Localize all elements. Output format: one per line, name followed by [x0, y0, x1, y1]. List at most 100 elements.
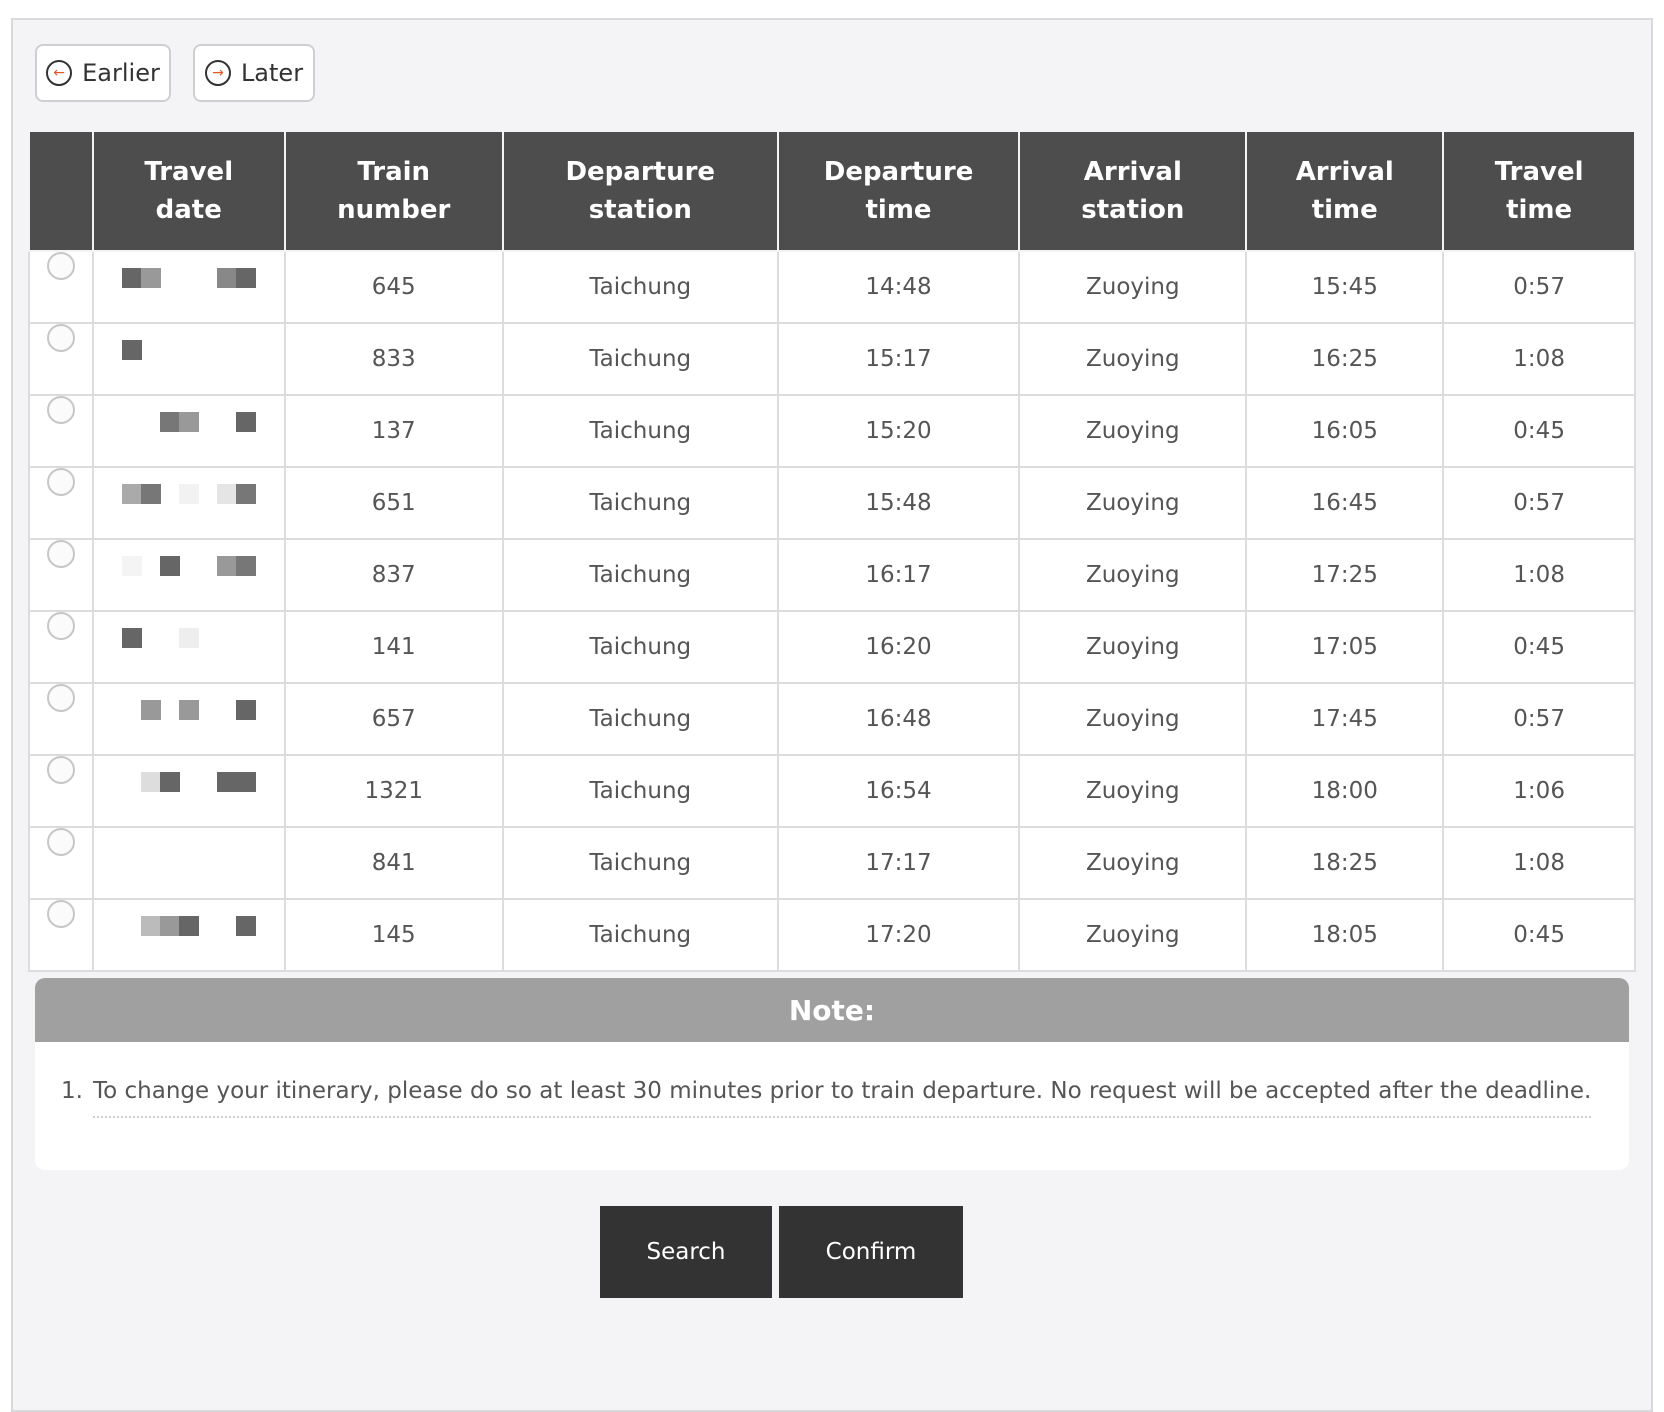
train-select-radio[interactable]: [46, 756, 75, 784]
departure-station-cell: Taichung: [501, 754, 779, 828]
departure-time-cell: 16:54: [776, 754, 1021, 828]
travel-time-cell: 0:45: [1442, 610, 1636, 684]
train-number-cell: 833: [283, 322, 504, 396]
departure-station-cell: Taichung: [501, 898, 779, 972]
later-label: Later: [240, 59, 304, 87]
train-select-radio[interactable]: [46, 252, 75, 280]
table-row[interactable]: 657 Taichung 16:48 Zuoying 17:45 0:57: [28, 682, 1636, 756]
header-arrival-time: Arrival time: [1245, 130, 1445, 252]
arrival-time-cell: 18:25: [1245, 826, 1445, 900]
table-row[interactable]: 141 Taichung 16:20 Zuoying 17:05 0:45: [28, 610, 1636, 684]
select-cell[interactable]: [28, 322, 94, 396]
arrival-time-cell: 15:45: [1245, 250, 1445, 324]
select-cell[interactable]: [28, 610, 94, 684]
select-cell[interactable]: [28, 466, 94, 540]
redacted-date-mosaic: [122, 412, 262, 432]
redacted-date-mosaic: [122, 700, 262, 720]
select-cell[interactable]: [28, 898, 94, 972]
departure-time-cell: 17:17: [776, 826, 1021, 900]
travel-date-cell: [91, 826, 286, 900]
earlier-button[interactable]: ← Earlier: [35, 44, 171, 102]
arrow-right-circle-icon: →: [204, 60, 231, 86]
departure-time-cell: 16:20: [776, 610, 1021, 684]
arrival-time-cell: 16:05: [1245, 394, 1445, 468]
select-cell[interactable]: [28, 754, 94, 828]
departure-time-cell: 14:48: [776, 250, 1021, 324]
train-number-cell: 137: [283, 394, 504, 468]
later-button[interactable]: → Later: [193, 44, 315, 102]
train-number-cell: 657: [283, 682, 504, 756]
departure-time-cell: 17:20: [776, 898, 1021, 972]
note-title: Note:: [35, 978, 1629, 1042]
travel-date-cell: [91, 250, 286, 324]
table-row[interactable]: 833 Taichung 15:17 Zuoying 16:25 1:08: [28, 322, 1636, 396]
travel-time-cell: 0:45: [1442, 394, 1636, 468]
departure-time-cell: 15:20: [776, 394, 1021, 468]
earlier-label: Earlier: [82, 59, 160, 87]
table-row[interactable]: 137 Taichung 15:20 Zuoying 16:05 0:45: [28, 394, 1636, 468]
select-cell[interactable]: [28, 826, 94, 900]
arrival-station-cell: Zuoying: [1018, 826, 1248, 900]
train-select-radio[interactable]: [46, 540, 75, 568]
table-row[interactable]: 837 Taichung 16:17 Zuoying 17:25 1:08: [28, 538, 1636, 612]
arrival-time-cell: 17:25: [1245, 538, 1445, 612]
arrival-time-cell: 17:05: [1245, 610, 1445, 684]
train-select-radio[interactable]: [46, 396, 75, 424]
train-number-cell: 651: [283, 466, 504, 540]
redacted-date-mosaic: [122, 916, 262, 936]
arrival-station-cell: Zuoying: [1018, 322, 1248, 396]
header-train-number: Train number: [283, 130, 504, 252]
select-cell[interactable]: [28, 394, 94, 468]
table-row[interactable]: 645 Taichung 14:48 Zuoying 15:45 0:57: [28, 250, 1636, 324]
train-results-table: Travel date Train number Departure station …: [28, 130, 1636, 972]
train-select-radio[interactable]: [46, 828, 75, 856]
travel-date-cell: [91, 322, 286, 396]
table-row[interactable]: 651 Taichung 15:48 Zuoying 16:45 0:57: [28, 466, 1636, 540]
arrival-station-cell: Zuoying: [1018, 682, 1248, 756]
departure-time-cell: 16:17: [776, 538, 1021, 612]
departure-station-cell: Taichung: [501, 250, 779, 324]
arrival-time-cell: 17:45: [1245, 682, 1445, 756]
departure-station-cell: Taichung: [501, 610, 779, 684]
select-cell[interactable]: [28, 538, 94, 612]
departure-time-cell: 15:48: [776, 466, 1021, 540]
departure-time-cell: 15:17: [776, 322, 1021, 396]
header-arrival-station: Arrival station: [1018, 130, 1248, 252]
travel-date-cell: [91, 466, 286, 540]
header-departure-time: Departure time: [776, 130, 1021, 252]
train-select-radio[interactable]: [46, 468, 75, 496]
arrival-station-cell: Zuoying: [1018, 394, 1248, 468]
header-travel-time: Travel time: [1442, 130, 1636, 252]
travel-date-cell: [91, 538, 286, 612]
select-cell[interactable]: [28, 250, 94, 324]
arrow-left-circle-icon: ←: [46, 60, 73, 86]
train-select-radio[interactable]: [46, 684, 75, 712]
departure-station-cell: Taichung: [501, 826, 779, 900]
redacted-date-mosaic: [121, 484, 262, 504]
arrival-station-cell: Zuoying: [1018, 538, 1248, 612]
table-row[interactable]: 145 Taichung 17:20 Zuoying 18:05 0:45: [28, 898, 1636, 972]
select-cell[interactable]: [28, 682, 94, 756]
train-select-radio[interactable]: [46, 900, 75, 928]
search-button[interactable]: Search: [600, 1206, 772, 1298]
travel-time-cell: 0:57: [1442, 250, 1636, 324]
arrival-station-cell: Zuoying: [1018, 466, 1248, 540]
departure-time-cell: 16:48: [776, 682, 1021, 756]
redacted-date-mosaic: [121, 628, 262, 648]
note-item: 1. To change your itinerary, please do s…: [61, 1078, 1592, 1118]
train-selection-panel: ← Earlier → Later Travel date Train number…: [11, 18, 1653, 1412]
train-select-radio[interactable]: [46, 612, 75, 640]
redacted-date-mosaic: [122, 772, 262, 792]
arrival-time-cell: 18:05: [1245, 898, 1445, 972]
header-travel-date: Travel date: [91, 130, 286, 252]
train-number-cell: 145: [283, 898, 504, 972]
table-row[interactable]: 841 Taichung 17:17 Zuoying 18:25 1:08: [28, 826, 1636, 900]
confirm-button[interactable]: Confirm: [779, 1206, 963, 1298]
travel-date-cell: [91, 898, 286, 972]
train-select-radio[interactable]: [46, 324, 75, 352]
table-row[interactable]: 1321 Taichung 16:54 Zuoying 18:00 1:06: [28, 754, 1636, 828]
travel-time-cell: 1:08: [1442, 538, 1636, 612]
travel-date-cell: [91, 610, 286, 684]
arrival-station-cell: Zuoying: [1018, 250, 1248, 324]
redacted-date-mosaic: [121, 340, 262, 360]
